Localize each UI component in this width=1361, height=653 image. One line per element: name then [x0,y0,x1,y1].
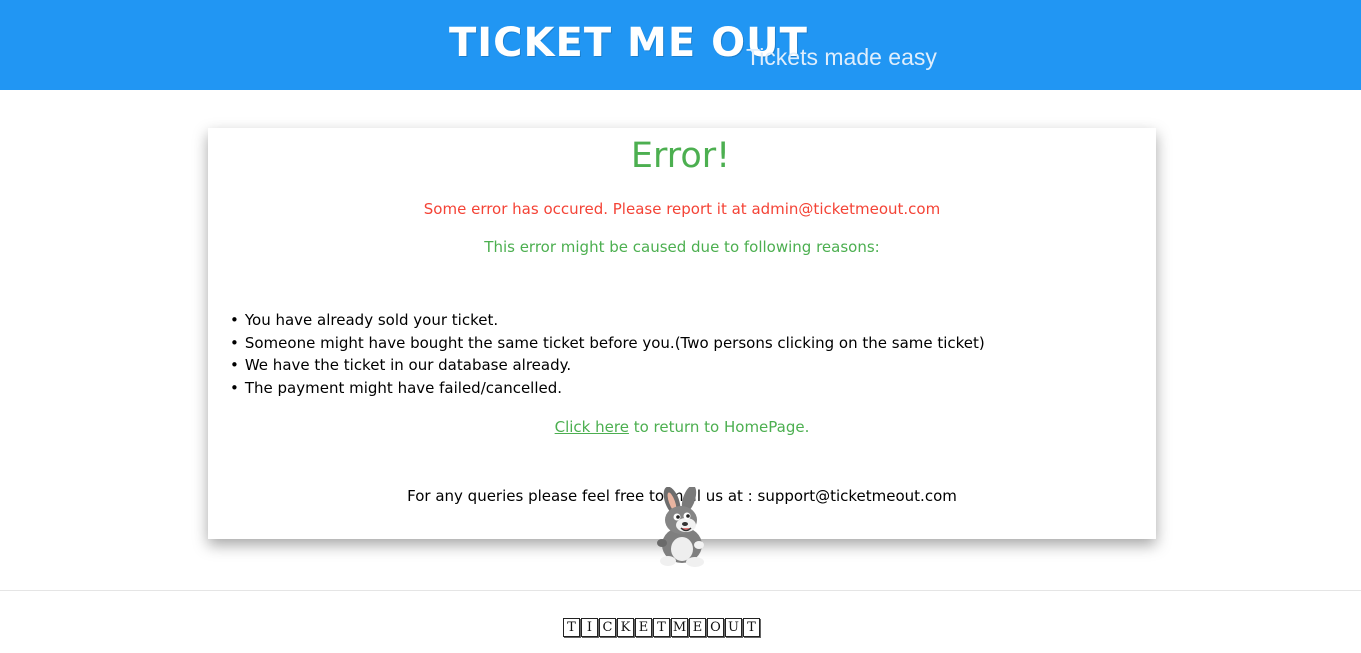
footer-logo-letter: E [689,618,706,637]
footer-logo-letter: T [743,618,760,637]
page-title: Error! [630,136,731,176]
error-card: Some error has occured. Please report it… [208,128,1156,539]
footer-divider [0,590,1361,591]
bunny-mascot-icon [657,487,704,567]
footer-logo-letter: I [581,618,598,637]
footer-logo-letter: E [635,618,652,637]
footer-logo-letter: T [563,618,580,637]
site-tagline: Tickets made easy [746,44,937,70]
footer-logo-letter: K [617,618,634,637]
click-here-link[interactable]: Click here [555,418,629,436]
error-message: Some error has occured. Please report it… [423,200,941,218]
reason-item: The payment might have failed/cancelled. [230,377,985,400]
footer-logo-letter: M [671,618,688,637]
return-home-line: Click here to return to HomePage. [208,418,1156,436]
reasons-list: You have already sold your ticket. Someo… [230,309,985,399]
return-home-text: to return to HomePage. [628,418,810,436]
footer-logo-letter: C [599,618,616,637]
footer-logo-letter: T [653,618,670,637]
footer-logo-letter: O [707,618,724,637]
footer-logo-letter: U [725,618,742,637]
footer-logo: T I C K E T M E O U T [563,618,761,637]
site-header: TICKET ME OUT Tickets made easy [0,0,1361,90]
reasons-intro: This error might be caused due to follow… [484,238,880,256]
reason-item: We have the ticket in our database alrea… [230,354,985,377]
reason-item: Someone might have bought the same ticke… [230,332,985,355]
reason-item: You have already sold your ticket. [230,309,985,332]
